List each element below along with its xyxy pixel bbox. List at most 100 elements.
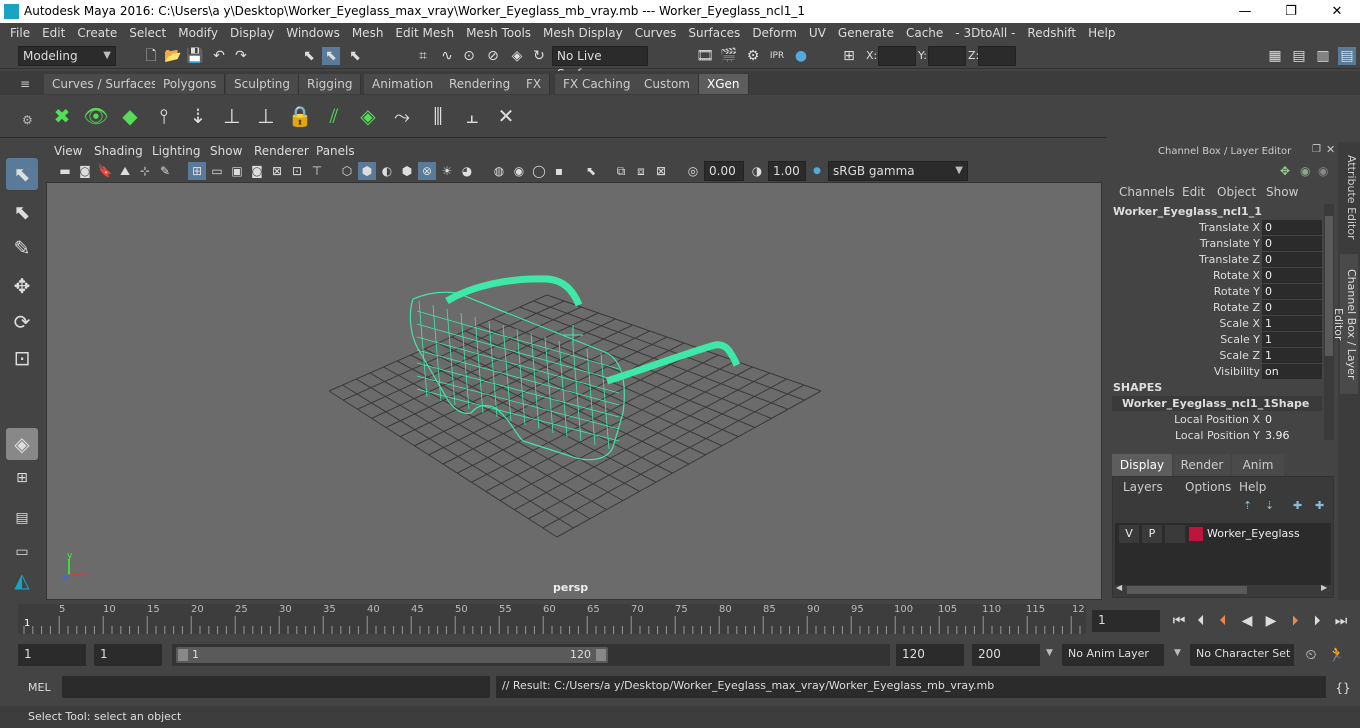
animation-end-input[interactable]: 200 <box>972 644 1040 666</box>
shelf-tab-custom[interactable]: Custom <box>636 74 699 94</box>
transform-input-icon[interactable]: ⊞ <box>840 47 858 65</box>
range-slider-bar-fill[interactable]: 1 120 <box>176 647 608 663</box>
attr-row[interactable]: Translate Y0 <box>1108 236 1322 252</box>
shelf-tab-fx[interactable]: FX <box>518 74 551 94</box>
live-surface-field[interactable]: No Live Surface <box>552 46 648 81</box>
new-layer-selected-icon[interactable]: ✚ <box>1315 499 1324 512</box>
save-scene-icon[interactable]: 💾 <box>186 47 204 65</box>
shelf-tab-polygons[interactable]: Polygons <box>155 74 226 94</box>
xgen-grid-icon[interactable]: ◈ <box>354 101 382 131</box>
layer-tab-display[interactable]: Display <box>1112 454 1172 476</box>
resolution-gate-icon[interactable]: ▣ <box>228 162 246 180</box>
layer-row[interactable]: V P Worker_Eyeglass <box>1117 525 1329 543</box>
go-to-end-icon[interactable]: ⏭ <box>1332 612 1350 630</box>
cb-menu-channels[interactable]: Channels <box>1119 185 1175 199</box>
menu-surfaces[interactable]: Surfaces <box>682 26 746 40</box>
select-hierarchy-icon[interactable]: ⬉ <box>300 47 318 65</box>
shelf-tab-xgen[interactable]: XGen <box>699 74 749 94</box>
render-view-icon[interactable]: 🎞 <box>696 47 714 65</box>
gate-mask-icon[interactable]: ◙ <box>248 162 266 180</box>
current-time-marker[interactable]: 1 <box>24 618 30 629</box>
xgen-editor-icon[interactable]: ✖ <box>48 101 76 131</box>
clapper-icon[interactable]: 🎬 <box>720 47 738 65</box>
select-component-icon[interactable]: ⬉ <box>346 47 364 65</box>
2d-pan-icon[interactable]: ⊹ <box>136 162 154 180</box>
attribute-editor-tab[interactable]: Attribute Editor <box>1340 152 1358 242</box>
single-view-icon[interactable]: ◈ <box>6 428 38 460</box>
menu-deform[interactable]: Deform <box>746 26 803 40</box>
anti-alias-icon[interactable]: ◯ <box>530 162 548 180</box>
close-button[interactable]: ✕ <box>1314 0 1360 23</box>
select-object-icon[interactable]: ⬉ <box>322 47 340 65</box>
layer-h-scrollbar[interactable]: ◀ ▶ <box>1115 583 1331 595</box>
ipr-icon[interactable]: IPR <box>768 47 786 65</box>
wireframe-on-shaded-icon[interactable]: ◐ <box>378 162 396 180</box>
channel-box-icon-2[interactable]: ◉ <box>1300 164 1310 178</box>
menu-3dtoall[interactable]: - 3DtoAll - <box>949 26 1021 40</box>
paint-select-icon[interactable]: ✎ <box>6 232 38 264</box>
image-plane-icon[interactable]: ⛰ <box>116 162 134 180</box>
time-ruler[interactable]: 1 5 10 15 20 25 30 35 40 45 50 55 60 65 … <box>18 604 1086 634</box>
field-chart-icon[interactable]: ⊠ <box>268 162 286 180</box>
attr-row[interactable]: Rotate X0 <box>1108 268 1322 284</box>
xray-icon[interactable]: ⊗ <box>418 162 436 180</box>
snap-grid-icon[interactable]: ⌗ <box>414 47 432 65</box>
tool-settings-toggle-icon[interactable]: ▥ <box>1314 47 1332 65</box>
mel-input[interactable] <box>62 676 490 698</box>
vp-menu-lighting[interactable]: Lighting <box>152 144 201 158</box>
shelf-tab-rendering[interactable]: Rendering <box>441 74 520 94</box>
channel-box-toggle-icon[interactable]: ▤ <box>1338 47 1356 65</box>
menu-display[interactable]: Display <box>224 26 280 40</box>
lasso-tool-icon[interactable]: ⬉ <box>6 196 38 228</box>
attr-row[interactable]: Visibility on <box>1108 364 1322 380</box>
menu-create[interactable]: Create <box>71 26 123 40</box>
add-guides-icon[interactable]: ⫯ <box>150 101 178 131</box>
playback-end-input[interactable]: 120 <box>896 644 964 666</box>
step-back-key-icon[interactable]: ⏴ <box>1214 612 1232 630</box>
close-panel-icon[interactable]: ✕ <box>1326 143 1335 156</box>
make-live-icon[interactable]: ↻ <box>530 47 548 65</box>
go-to-start-icon[interactable]: ⏮ <box>1170 612 1188 630</box>
attr-row[interactable]: Translate X0 <box>1108 220 1322 236</box>
gamma-icon[interactable]: ◑ <box>748 162 766 180</box>
menu-windows[interactable]: Windows <box>280 26 346 40</box>
outliner-layout-icon[interactable]: ▤ <box>6 502 38 534</box>
depth-of-field-icon[interactable]: ▪ <box>550 162 568 180</box>
undo-icon[interactable]: ↶ <box>210 47 228 65</box>
animation-start-input[interactable]: 1 <box>18 644 86 666</box>
render-settings-icon[interactable]: ⚙ <box>744 47 762 65</box>
playback-start-input[interactable]: 1 <box>94 644 162 666</box>
delete-guides-icon[interactable]: ✕ <box>492 101 520 131</box>
flatten-guides-icon[interactable]: ⫠ <box>458 101 486 131</box>
new-scene-icon[interactable]: 🗋 <box>142 47 160 65</box>
redo-icon[interactable]: ↷ <box>232 47 250 65</box>
colorspace-dropdown[interactable]: sRGB gamma ▼ <box>828 161 968 181</box>
menu-select[interactable]: Select <box>123 26 172 40</box>
step-forward-icon[interactable]: ⏵ <box>1308 612 1326 630</box>
layer-display-type[interactable] <box>1165 525 1185 543</box>
vp-menu-panels[interactable]: Panels <box>316 144 355 158</box>
cb-menu-object[interactable]: Object <box>1217 185 1256 199</box>
exposure-icon[interactable]: ◎ <box>684 162 702 180</box>
shelf-settings-icon[interactable]: ⚙ <box>22 113 33 127</box>
isolate-select-icon[interactable]: ⬉ <box>582 162 600 180</box>
xgen-preview-icon[interactable]: 👁 <box>82 101 110 131</box>
shelf-tab-fx-caching[interactable]: FX Caching <box>555 74 640 94</box>
layer-visibility-toggle[interactable]: V <box>1119 525 1139 543</box>
cb-menu-show[interactable]: Show <box>1266 185 1298 199</box>
scroll-left-icon[interactable]: ◀ <box>1116 583 1122 592</box>
play-forward-icon[interactable]: ▶ <box>1262 612 1280 630</box>
menu-help[interactable]: Help <box>1082 26 1121 40</box>
far-clip-input[interactable]: 1.00 <box>768 161 806 181</box>
camera-attr-icon[interactable]: ◙ <box>76 162 94 180</box>
snap-view-icon[interactable]: ⊘ <box>484 47 502 65</box>
snap-surface-icon[interactable]: ◈ <box>508 47 526 65</box>
scroll-right-icon[interactable]: ▶ <box>1321 583 1327 592</box>
step-back-icon[interactable]: ⏴ <box>1192 612 1210 630</box>
anim-layer-dropdown[interactable]: No Anim Layer <box>1062 644 1164 666</box>
anim-preferences-icon[interactable]: 🏃 <box>1328 646 1346 664</box>
vp-menu-renderer[interactable]: Renderer <box>254 144 309 158</box>
xray-joints-icon[interactable]: ⧉ <box>612 162 630 180</box>
layer-playback-toggle[interactable]: P <box>1142 525 1162 543</box>
grease-pencil-icon[interactable]: ✎ <box>156 162 174 180</box>
